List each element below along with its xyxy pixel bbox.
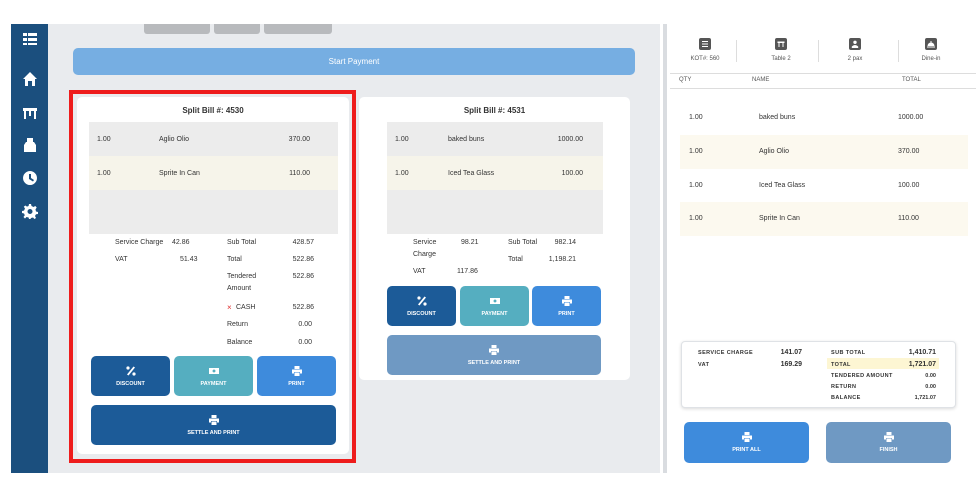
list-item[interactable]: 1.00 Aglio Olio 370.00 xyxy=(680,135,968,169)
finish-button[interactable]: FINISH xyxy=(826,422,951,463)
return-label: RETURN xyxy=(831,384,857,390)
service-charge-value: 98.21 xyxy=(461,239,479,246)
item-name: Iced Tea Glass xyxy=(759,182,806,189)
item-name: baked buns xyxy=(448,135,485,143)
printer-icon xyxy=(561,295,572,306)
settle-and-print-button[interactable]: SETTLE AND PRINT xyxy=(387,335,601,375)
column-header-qty: QTY xyxy=(679,77,692,83)
print-label: PRINT xyxy=(558,310,575,317)
service-mode: Dine-in xyxy=(906,38,956,62)
clock-icon[interactable] xyxy=(19,167,41,189)
service-charge-label: SERVICE CHARGE xyxy=(698,350,754,356)
item-qty: 1.00 xyxy=(689,182,703,189)
table-label: Table 2 xyxy=(771,56,791,62)
print-all-button[interactable]: PRINT ALL xyxy=(684,422,809,463)
item-name: Sprite In Can xyxy=(759,215,800,222)
cash-register-icon[interactable] xyxy=(19,134,41,156)
service-charge-value: 141.07 xyxy=(780,349,802,356)
top-tab-button[interactable] xyxy=(144,24,210,34)
header-rule xyxy=(670,73,976,74)
discount-label: DISCOUNT xyxy=(407,310,436,317)
sub-total-label: SUB TOTAL xyxy=(831,350,866,356)
table-icon[interactable] xyxy=(19,102,41,124)
payment-button[interactable]: PAYMENT xyxy=(460,286,529,326)
list-item[interactable]: 1.00 baked buns 1000.00 xyxy=(680,101,968,135)
item-name: Iced Tea Glass xyxy=(448,169,495,177)
nav-rail xyxy=(11,24,48,473)
table-icon xyxy=(775,38,787,50)
sub-total-label: Sub Total xyxy=(508,239,538,246)
item-name: Aglio Olio xyxy=(759,148,789,155)
list-item[interactable]: 1.00 baked buns 1000.00 xyxy=(387,122,603,156)
vat-value: 117.86 xyxy=(457,268,478,275)
money-icon xyxy=(489,297,500,304)
list-item[interactable]: 1.00 Iced Tea Glass 100.00 xyxy=(680,169,968,203)
printer-icon xyxy=(489,344,499,355)
column-rule xyxy=(670,88,976,89)
start-payment-button[interactable]: Start Payment xyxy=(73,48,635,75)
home-icon[interactable] xyxy=(19,68,41,90)
item-total: 370.00 xyxy=(898,148,920,155)
split-bill-title: Split Bill #: 4531 xyxy=(463,106,526,115)
item-qty: 1.00 xyxy=(395,169,409,177)
item-qty: 1.00 xyxy=(395,135,409,143)
top-tab-button[interactable] xyxy=(214,24,260,34)
finish-label: FINISH xyxy=(879,447,898,453)
print-all-label: PRINT ALL xyxy=(732,447,761,453)
total-value: 1,198.21 xyxy=(548,256,576,263)
total-label: TOTAL xyxy=(831,362,851,368)
item-qty: 1.00 xyxy=(689,114,703,121)
item-total: 110.00 xyxy=(898,215,919,222)
vat-label: VAT xyxy=(413,268,426,275)
balance-value: 1,721.07 xyxy=(914,395,936,401)
sub-total-value: 1,410.71 xyxy=(908,349,936,356)
item-qty: 1.00 xyxy=(689,215,703,222)
printer-icon xyxy=(883,432,894,442)
column-header-total: TOTAL xyxy=(902,77,921,83)
total-label: Total xyxy=(508,256,523,263)
header-separator xyxy=(736,40,737,62)
item-name: baked buns xyxy=(759,114,796,121)
service-charge-label: Service Charge xyxy=(413,239,437,258)
selected-bill-highlight xyxy=(69,90,356,463)
pax-label: 2 pax xyxy=(847,56,863,62)
header-separator xyxy=(898,40,899,62)
print-button[interactable]: PRINT xyxy=(532,286,601,326)
panel-divider xyxy=(663,24,667,473)
discount-button[interactable]: DISCOUNT xyxy=(387,286,456,326)
pax-count: 2 pax xyxy=(830,38,880,62)
item-total: 1000.00 xyxy=(557,135,583,143)
total-value: 1,721.07 xyxy=(908,361,936,368)
top-tab-button[interactable] xyxy=(264,24,332,34)
item-total: 1000.00 xyxy=(898,114,924,121)
balance-label: BALANCE xyxy=(831,395,861,401)
tendered-amount-label: TENDERED AMOUNT xyxy=(831,373,893,379)
payment-label: PAYMENT xyxy=(481,310,508,317)
mode-label: Dine-in xyxy=(921,56,941,62)
settings-gear-icon[interactable] xyxy=(19,200,41,222)
item-qty: 1.00 xyxy=(689,148,703,155)
tendered-amount-value: 0.00 xyxy=(925,373,936,379)
vat-value: 169.29 xyxy=(780,361,802,368)
item-total: 100.00 xyxy=(898,182,920,189)
dine-in-icon xyxy=(925,38,937,50)
sub-total-value: 982.14 xyxy=(554,239,576,246)
bill-items-empty-area xyxy=(387,190,603,234)
percent-icon xyxy=(416,295,427,306)
column-header-name: NAME xyxy=(752,77,770,83)
return-value: 0.00 xyxy=(925,384,936,390)
printer-icon xyxy=(741,432,752,442)
header-separator xyxy=(818,40,819,62)
kot-label: KOT#: 560 xyxy=(690,56,720,62)
settle-and-print-label: SETTLE AND PRINT xyxy=(467,359,521,366)
item-total: 100.00 xyxy=(561,169,583,177)
grid-menu-icon[interactable] xyxy=(19,28,41,50)
list-item[interactable]: 1.00 Iced Tea Glass 100.00 xyxy=(387,156,603,190)
kot-number: KOT#: 560 xyxy=(680,38,730,62)
vat-label: VAT xyxy=(698,362,710,368)
list-item[interactable]: 1.00 Sprite In Can 110.00 xyxy=(680,202,968,236)
table-name: Table 2 xyxy=(756,38,806,62)
person-icon xyxy=(849,38,861,50)
receipt-icon xyxy=(699,38,711,50)
